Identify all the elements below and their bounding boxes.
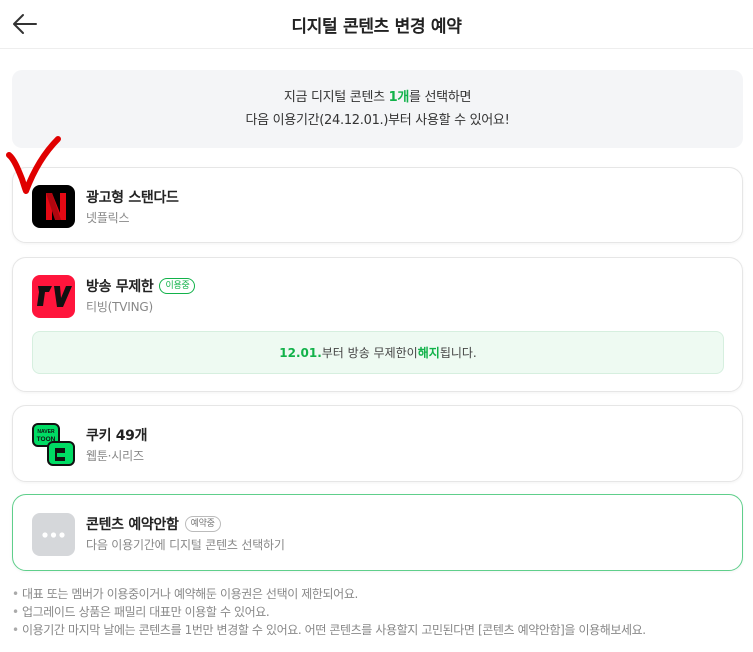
notice-line-1: 지금 디지털 콘텐츠 1개를 선택하면 [283, 90, 472, 105]
page-title: 디지털 콘텐츠 변경 예약 [291, 16, 462, 37]
footnote-item: • 대표 또는 멤버가 이용중이거나 예약해둔 이용권은 선택이 제한되어요. [12, 587, 358, 601]
footnote-list: • 대표 또는 멤버가 이용중이거나 예약해둔 이용권은 선택이 제한되어요. •… [12, 585, 753, 639]
content-provider: 다음 이용기간에 디지털 콘텐츠 선택하기 [86, 538, 285, 552]
footnote-item: • 업그레이드 상품은 패밀리 대표만 이용할 수 있어요. [12, 605, 270, 619]
arrow-left-icon [13, 14, 37, 34]
selection-notice: 지금 디지털 콘텐츠 1개를 선택하면 다음 이용기간(24.12.01.)부터… [12, 70, 743, 148]
back-button[interactable] [10, 9, 40, 39]
netflix-logo-icon [32, 185, 75, 228]
content-provider: 넷플릭스 [86, 211, 130, 225]
content-option-netflix[interactable]: 광고형 스탠다드 넷플릭스 [12, 167, 743, 243]
tving-logo-icon [32, 275, 75, 318]
content-name: 방송 무제한 이용중 [86, 276, 196, 296]
content-provider: 웹툰·시리즈 [86, 449, 144, 463]
selectable-count: 1개 [388, 90, 410, 105]
naver-webtoon-logo-icon: NAVER TOON [32, 423, 75, 466]
notice-line-2: 다음 이용기간(24.12.01.)부터 사용할 수 있어요! [245, 113, 510, 128]
content-option-no-reservation[interactable]: 콘텐츠 예약안함 예약중 다음 이용기간에 디지털 콘텐츠 선택하기 [12, 494, 743, 571]
content-provider: 티빙(TVING) [86, 300, 153, 314]
reserved-badge: 예약중 [184, 516, 221, 532]
content-name: 광고형 스탠다드 [86, 190, 179, 206]
top-app-bar: 디지털 콘텐츠 변경 예약 [0, 0, 753, 49]
content-option-webtoon[interactable]: NAVER TOON 쿠키 49개 웹툰·시리즈 [12, 405, 743, 482]
content-name: 쿠키 49개 [86, 428, 148, 444]
more-dots-icon [32, 513, 75, 556]
footnote-item: • 이용기간 마지막 날에는 콘텐츠를 1번만 변경할 수 있어요. 어떤 콘텐츠… [12, 623, 646, 637]
cancellation-notice: 12.01. 부터 방송 무제한이 해지 됩니다. [32, 331, 724, 374]
content-name: 콘텐츠 예약안함 예약중 [86, 514, 221, 534]
in-use-badge: 이용중 [159, 278, 196, 294]
svg-text:NAVER: NAVER [37, 429, 55, 435]
content-option-tving[interactable]: 방송 무제한 이용중 티빙(TVING) 12.01. 부터 방송 무제한이 해지… [12, 257, 743, 392]
